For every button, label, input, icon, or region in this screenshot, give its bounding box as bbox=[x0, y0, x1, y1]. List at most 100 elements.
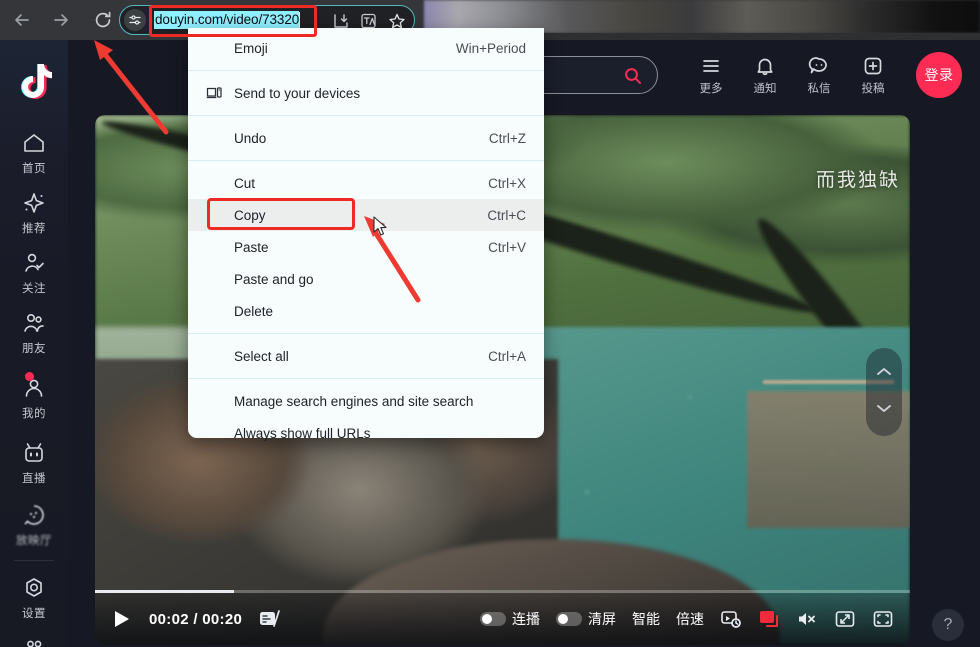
menu-item-label: Paste and go bbox=[234, 271, 314, 287]
home-icon bbox=[21, 130, 47, 156]
sidebar-divider bbox=[14, 560, 54, 561]
login-button[interactable]: 登录 bbox=[916, 52, 962, 98]
header-label: 通知 bbox=[753, 82, 777, 95]
left-sidebar: 首页 推荐 关注 朋友 我的 直播 放映厅 设置 bbox=[0, 40, 68, 647]
menu-item-shortcut: Ctrl+X bbox=[488, 175, 526, 191]
control-label: 清屏 bbox=[588, 611, 616, 627]
forward-arrow-icon[interactable] bbox=[47, 6, 75, 34]
menu-item-shortcut: Ctrl+A bbox=[488, 348, 526, 364]
menu-item-label: Manage search engines and site search bbox=[234, 393, 474, 409]
player-controls: 00:02 / 00:20 连播 清屏 智能 倍速 bbox=[95, 593, 910, 645]
play-icon[interactable] bbox=[111, 608, 133, 630]
annotation-box-url bbox=[149, 5, 317, 37]
header-item-notifications[interactable]: 通知 bbox=[748, 55, 782, 96]
menu-item-label: Always show full URLs bbox=[234, 425, 371, 441]
menu-divider bbox=[188, 333, 544, 334]
douyin-logo-icon[interactable] bbox=[18, 62, 55, 100]
control-qingping[interactable]: 清屏 bbox=[556, 609, 616, 629]
control-zhineng[interactable]: 智能 bbox=[632, 609, 660, 629]
sidebar-item-following[interactable]: 关注 bbox=[0, 250, 68, 296]
menu-item-label: Cut bbox=[234, 175, 256, 191]
menu-item-send-to-devices[interactable]: Send to your devices bbox=[188, 77, 544, 109]
menu-more-icon bbox=[703, 59, 719, 72]
live-tv-icon bbox=[21, 440, 47, 466]
mouse-cursor bbox=[373, 216, 387, 236]
controls-right: 连播 清屏 智能 倍速 bbox=[480, 608, 894, 630]
upload-plus-icon bbox=[864, 57, 882, 74]
omnibox-context-menu: Emoji Win+Period Send to your devices Un… bbox=[188, 28, 544, 441]
picture-in-picture-icon[interactable] bbox=[758, 608, 780, 630]
watch-later-clock-icon[interactable] bbox=[720, 608, 742, 630]
menu-item-shortcut: Ctrl+Z bbox=[488, 130, 526, 146]
danmaku-off-icon[interactable] bbox=[258, 608, 280, 630]
menu-divider bbox=[188, 378, 544, 379]
notification-badge bbox=[25, 372, 34, 381]
menu-item-label: Paste bbox=[234, 239, 269, 255]
header-actions: 更多 通知 私信 投稿 登录 bbox=[694, 52, 962, 98]
sidebar-item-screening-room[interactable]: 放映厅 bbox=[0, 502, 68, 548]
menu-item-paste[interactable]: Paste Ctrl+V bbox=[188, 231, 544, 263]
qingping-toggle[interactable] bbox=[556, 612, 582, 626]
sidebar-item-home[interactable]: 首页 bbox=[0, 130, 68, 176]
menu-item-manage-search-engines[interactable]: Manage search engines and site search bbox=[188, 385, 544, 417]
menu-item-always-show-full-urls[interactable]: Always show full URLs bbox=[188, 417, 544, 449]
friends-icon bbox=[21, 310, 47, 336]
sidebar-label: 朋友 bbox=[22, 343, 46, 355]
reload-icon[interactable] bbox=[89, 6, 117, 34]
menu-item-shortcut: Ctrl+V bbox=[488, 239, 526, 255]
sparkle-recommend-icon bbox=[21, 190, 47, 216]
chevron-up-icon[interactable] bbox=[875, 365, 893, 383]
back-arrow-icon[interactable] bbox=[8, 6, 36, 34]
send-to-devices-icon bbox=[206, 85, 222, 101]
menu-divider bbox=[188, 70, 544, 71]
menu-divider bbox=[188, 160, 544, 161]
header-item-upload[interactable]: 投稿 bbox=[856, 55, 890, 96]
sidebar-item-business[interactable]: 业务合作 bbox=[0, 635, 68, 647]
control-label: 连播 bbox=[512, 611, 540, 627]
mute-volume-icon[interactable] bbox=[796, 608, 818, 630]
header-label: 更多 bbox=[699, 82, 723, 95]
sidebar-item-friends[interactable]: 朋友 bbox=[0, 310, 68, 356]
menu-item-label: Select all bbox=[234, 348, 289, 364]
header-item-messages[interactable]: 私信 bbox=[802, 55, 836, 96]
menu-item-label: Delete bbox=[234, 303, 274, 319]
annotation-box-copy bbox=[207, 198, 355, 230]
bell-notification-icon bbox=[757, 58, 773, 75]
menu-item-cut[interactable]: Cut Ctrl+X bbox=[188, 167, 544, 199]
sidebar-label: 首页 bbox=[22, 163, 46, 175]
header-item-more[interactable]: 更多 bbox=[694, 55, 728, 96]
chevron-down-icon[interactable] bbox=[875, 401, 893, 419]
screenshot-root: 首页 推荐 关注 朋友 我的 直播 放映厅 设置 更多 通知 私信 投稿 登录 … bbox=[0, 0, 980, 647]
menu-item-select-all[interactable]: Select all Ctrl+A bbox=[188, 340, 544, 372]
menu-item-undo[interactable]: Undo Ctrl+Z bbox=[188, 122, 544, 154]
control-lianbo[interactable]: 连播 bbox=[480, 609, 540, 629]
sidebar-item-live[interactable]: 直播 bbox=[0, 440, 68, 486]
controls-left: 00:02 / 00:20 bbox=[111, 608, 280, 630]
sidebar-item-profile[interactable]: 我的 bbox=[0, 372, 68, 421]
time-display: 00:02 / 00:20 bbox=[149, 610, 243, 628]
business-grid-icon bbox=[21, 635, 47, 647]
message-chat-icon bbox=[808, 56, 827, 73]
header-label: 投稿 bbox=[861, 82, 885, 95]
theater-mode-icon[interactable] bbox=[834, 608, 856, 630]
video-caption: 而我独缺 bbox=[815, 170, 900, 191]
header-label: 私信 bbox=[807, 82, 831, 95]
sidebar-label: 放映厅 bbox=[16, 535, 52, 547]
sidebar-item-settings[interactable]: 设置 bbox=[0, 575, 68, 621]
sidebar-item-recommend[interactable]: 推荐 bbox=[0, 190, 68, 236]
tune-site-settings-icon[interactable] bbox=[124, 9, 146, 31]
sidebar-label: 关注 bbox=[22, 283, 46, 295]
video-nav-pill bbox=[866, 348, 902, 436]
menu-divider bbox=[188, 115, 544, 116]
menu-item-label: Send to your devices bbox=[234, 85, 361, 101]
settings-gear-icon bbox=[21, 575, 47, 601]
fullscreen-icon[interactable] bbox=[872, 608, 894, 630]
menu-item-label: Emoji bbox=[234, 40, 268, 56]
control-beisu[interactable]: 倍速 bbox=[676, 609, 704, 629]
lianbo-toggle[interactable] bbox=[480, 612, 506, 626]
profile-icon bbox=[21, 372, 47, 401]
sidebar-label: 我的 bbox=[22, 408, 46, 420]
help-button[interactable]: ? bbox=[932, 609, 964, 641]
menu-item-paste-and-go[interactable]: Paste and go bbox=[188, 263, 544, 295]
menu-item-delete[interactable]: Delete bbox=[188, 295, 544, 327]
